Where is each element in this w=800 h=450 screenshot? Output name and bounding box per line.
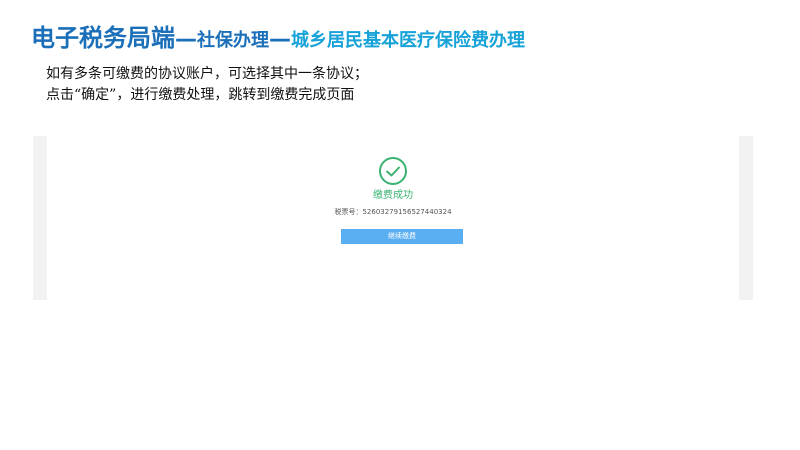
instruction-line: 点击“确定”，进行缴费处理，跳转到缴费完成页面 [46,87,355,103]
title-main: 电子税务局端 [31,24,175,52]
title-subsection: 城乡居民基本医疗保险费办理 [291,30,525,51]
title-section: 社保办理 [197,30,269,51]
continue-payment-button[interactable]: 继续缴费 [341,229,463,244]
instruction-line: 如有多条可缴费的协议账户，可选择其中一条协议； [46,66,368,82]
instruction-text: 如有多条可缴费的协议账户，可选择其中一条协议； 点击“确定”，进行缴费处理，跳转… [46,64,368,106]
check-circle-icon [379,157,407,185]
payment-result-page: 缴费成功 税票号：526032791565274403​24 继续缴费 [47,136,739,300]
tax-ticket-number: 税票号：526032791565274403​24 [47,207,739,217]
tax-ticket-value: 526032791565274403​24 [362,208,452,216]
slide-title: 电子税务局端—社保办理—城乡居民基本医疗保险费办理 [31,18,525,53]
title-separator: — [269,27,291,52]
payment-success-text: 缴费成功 [373,190,413,201]
tax-ticket-label: 税票号： [334,208,363,216]
title-separator: — [175,27,197,52]
screenshot-panel: 缴费成功 税票号：526032791565274403​24 继续缴费 [33,136,753,300]
